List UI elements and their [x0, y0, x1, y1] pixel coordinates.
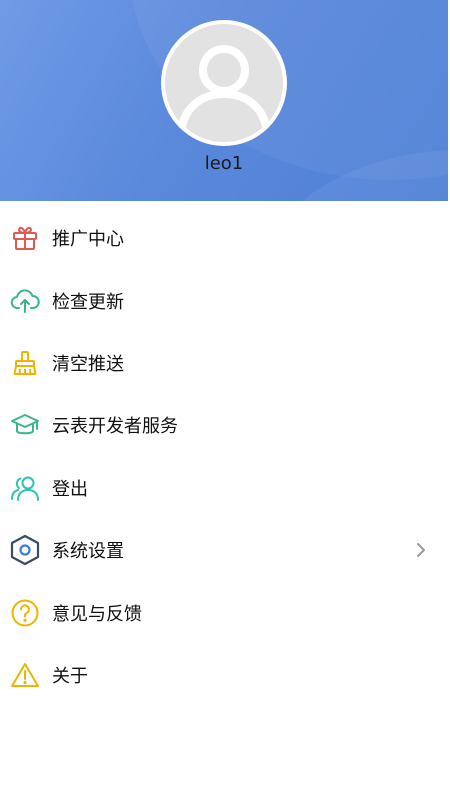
menu-item-label: 推广中心: [52, 229, 124, 251]
avatar[interactable]: [161, 20, 287, 146]
menu-item-system-settings[interactable]: 系统设置: [0, 519, 450, 581]
cloud-upload-icon: [9, 285, 41, 317]
graduation-cap-icon: [9, 409, 41, 441]
broom-icon: [9, 347, 41, 379]
profile-header: leo1: [0, 0, 448, 201]
menu-item-label: 登出: [52, 478, 88, 500]
menu-item-clear-push[interactable]: 清空推送: [0, 332, 450, 394]
question-circle-icon: [9, 597, 41, 629]
menu-list: 推广中心 检查更新 清空推送 云表开发者服务 登出 系统设置 意见与反馈 关于: [0, 207, 450, 706]
menu-item-label: 清空推送: [52, 353, 124, 375]
menu-item-promotion-center[interactable]: 推广中心: [0, 207, 450, 269]
users-icon: [9, 472, 41, 504]
hexagon-settings-icon: [9, 534, 41, 566]
chevron-right-icon: [414, 541, 428, 559]
menu-item-developer-service[interactable]: 云表开发者服务: [0, 394, 450, 456]
menu-item-logout[interactable]: 登出: [0, 457, 450, 519]
menu-item-label: 系统设置: [52, 541, 124, 563]
menu-item-label: 意见与反馈: [52, 603, 142, 625]
warning-icon: [9, 659, 41, 691]
menu-item-check-update[interactable]: 检查更新: [0, 269, 450, 331]
menu-item-label: 检查更新: [52, 291, 124, 313]
username: leo1: [204, 153, 244, 174]
menu-item-feedback[interactable]: 意见与反馈: [0, 581, 450, 643]
menu-item-label: 云表开发者服务: [52, 416, 178, 438]
menu-item-about[interactable]: 关于: [0, 644, 450, 706]
gift-icon: [9, 222, 41, 254]
avatar-placeholder-icon: [165, 24, 283, 142]
menu-item-label: 关于: [52, 665, 88, 687]
